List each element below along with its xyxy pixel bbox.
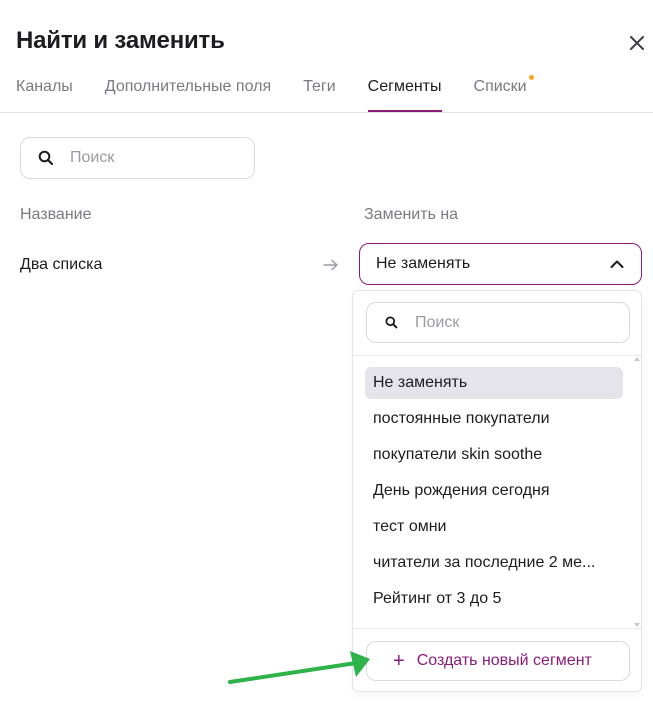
option-item[interactable]: читатели за последние 2 ме...: [365, 547, 623, 579]
option-item[interactable]: День рождения сегодня: [365, 475, 623, 507]
tab-lists[interactable]: Списки: [473, 75, 534, 112]
create-segment-button[interactable]: + Создать новый сегмент: [366, 641, 630, 681]
plus-icon: +: [393, 650, 405, 672]
dropdown-search-box[interactable]: [366, 302, 630, 343]
tab-custom-fields[interactable]: Дополнительные поля: [105, 78, 271, 112]
option-item[interactable]: Рейтинг от 3 до 5: [365, 583, 623, 615]
option-list: Не заменять постоянные покупатели покупа…: [365, 367, 623, 619]
dropdown-divider: [353, 628, 641, 629]
tabs-divider: [0, 112, 653, 113]
close-icon[interactable]: [626, 32, 648, 54]
dropdown-divider: [353, 355, 641, 356]
dropdown-scrollbar[interactable]: [634, 357, 641, 627]
tab-channels[interactable]: Каналы: [16, 78, 73, 112]
option-item[interactable]: тест омни: [365, 511, 623, 543]
column-header-replace: Заменить на: [364, 206, 459, 223]
annotation-arrow-icon: [228, 651, 370, 684]
tab-lists-label: Списки: [473, 78, 527, 95]
replace-select[interactable]: Не заменять: [359, 243, 642, 285]
create-segment-label: Создать новый сегмент: [416, 652, 592, 669]
tab-tags[interactable]: Теги: [303, 78, 336, 112]
replace-select-value: Не заменять: [376, 255, 471, 272]
notification-dot: [528, 75, 534, 80]
chevron-up-icon: [610, 260, 624, 268]
segment-name: Два списка: [20, 256, 103, 273]
search-icon: [385, 316, 398, 329]
select-dropdown: Не заменять постоянные покупатели покупа…: [352, 290, 642, 692]
scroll-down-icon[interactable]: [634, 623, 640, 627]
search-icon: [38, 150, 54, 166]
tab-bar: Каналы Дополнительные поля Теги Сегменты…: [16, 75, 559, 112]
option-item[interactable]: Не заменять: [365, 367, 623, 399]
column-header-name: Название: [20, 206, 92, 223]
search-box[interactable]: [20, 137, 255, 179]
dropdown-search-input[interactable]: [415, 313, 615, 332]
arrow-right-icon: [322, 258, 340, 277]
option-item[interactable]: покупатели skin soothe: [365, 439, 623, 471]
scroll-up-icon[interactable]: [634, 357, 640, 361]
tab-segments[interactable]: Сегменты: [367, 78, 442, 112]
dialog-title: Найти и заменить: [16, 27, 225, 54]
search-input[interactable]: [70, 149, 220, 167]
option-item[interactable]: постоянные покупатели: [365, 403, 623, 435]
